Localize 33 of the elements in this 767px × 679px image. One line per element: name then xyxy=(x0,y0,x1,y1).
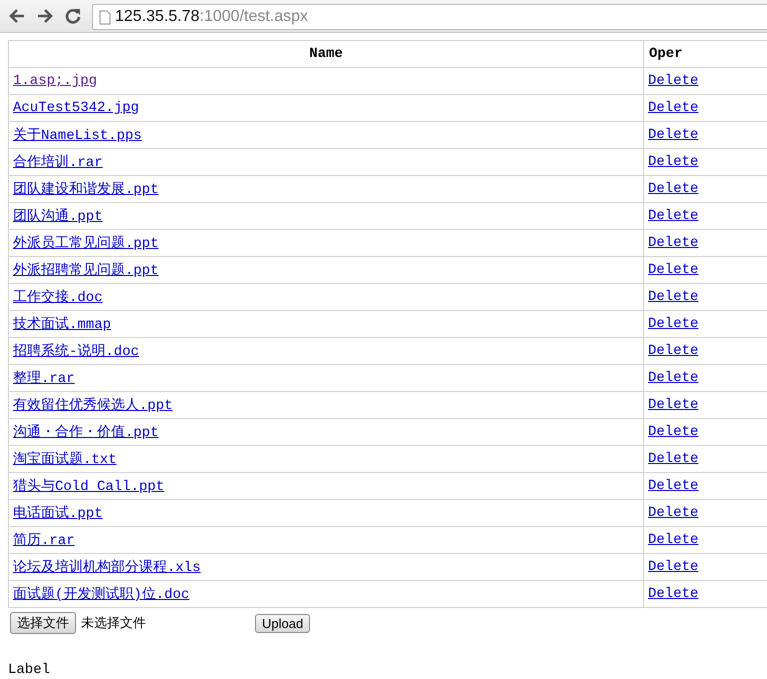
upload-button[interactable]: Upload xyxy=(255,614,310,632)
file-link[interactable]: 工作交接.doc xyxy=(13,290,103,306)
file-link[interactable]: 淘宝面试题.txt xyxy=(13,452,117,468)
choose-file-button[interactable]: 选择文件 xyxy=(10,612,76,634)
address-host: 125.35.5.78 xyxy=(115,8,200,26)
file-status: 未选择文件 xyxy=(81,614,147,632)
column-header: Name xyxy=(8,40,644,68)
file-link[interactable]: 关于NameList.pps xyxy=(13,128,142,144)
file-link[interactable]: 猎头与Cold Call.ppt xyxy=(13,479,164,495)
label-text: Label xyxy=(8,662,50,678)
file-link[interactable]: 外派员工常见问题.ppt xyxy=(13,236,159,252)
file-link[interactable]: 整理.rar xyxy=(13,371,75,387)
file-link[interactable]: 论坛及培训机构部分课程.xls xyxy=(13,560,201,576)
file-link[interactable]: 有效留住优秀候选人.ppt xyxy=(13,398,173,414)
file-link[interactable]: 合作培训.rar xyxy=(13,155,103,171)
file-link[interactable]: 简历.rar xyxy=(13,533,75,549)
file-link[interactable]: 面试题(开发测试职)位.doc xyxy=(13,587,190,603)
address-bar[interactable]: 125.35.5.78:1000/test.aspx xyxy=(92,4,767,30)
file-link[interactable]: 技术面试.mmap xyxy=(13,317,112,333)
file-link[interactable]: 外派招聘常见问题.ppt xyxy=(13,263,159,279)
file-link[interactable]: 团队沟通.ppt xyxy=(13,209,103,225)
file-link[interactable]: AcuTest5342.jpg xyxy=(13,100,140,116)
page-icon xyxy=(99,10,111,24)
file-link[interactable]: 招聘系统-说明.doc xyxy=(13,344,140,360)
address-path: :1000/test.aspx xyxy=(200,8,308,26)
back-icon[interactable] xyxy=(8,7,26,25)
column-header: Oper xyxy=(644,40,767,68)
reload-icon[interactable] xyxy=(64,7,82,25)
forward-icon[interactable] xyxy=(36,7,54,25)
file-link[interactable]: 沟通・合作・价值.ppt xyxy=(13,425,159,441)
file-link[interactable]: 团队建设和谐发展.ppt xyxy=(13,182,159,198)
file-link[interactable]: 1.asp;.jpg xyxy=(13,73,98,89)
file-link[interactable]: 电话面试.ppt xyxy=(13,506,103,522)
